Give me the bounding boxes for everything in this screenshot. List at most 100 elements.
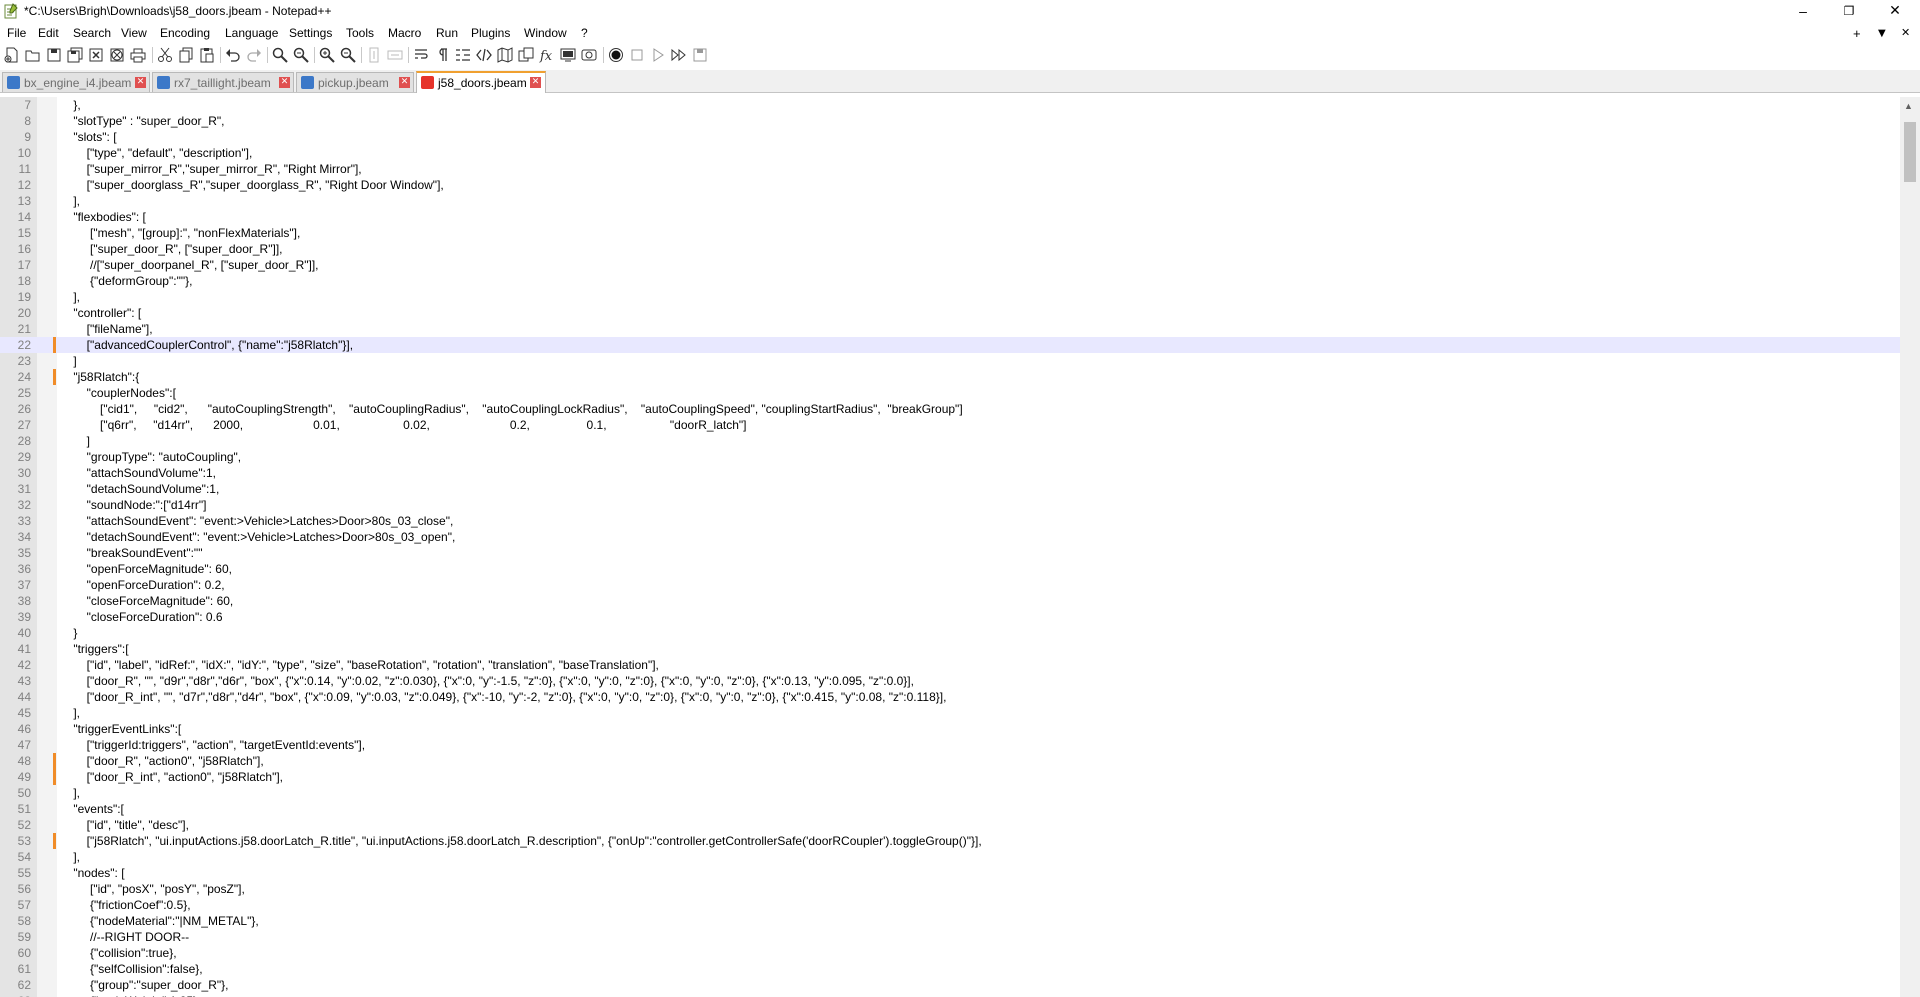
code-text[interactable]: "nodes": [ (60, 865, 124, 881)
code-text[interactable]: ], (60, 193, 80, 209)
code-line[interactable]: 63 {"nodeWeight":1.25}, (0, 993, 1900, 997)
code-text[interactable]: ], (60, 849, 80, 865)
code-line[interactable]: 46 "triggerEventLinks":[ (0, 721, 1900, 737)
code-text[interactable]: ["super_doorglass_R","super_doorglass_R"… (60, 177, 444, 193)
code-line[interactable]: 32 "soundNode:":["d14rr"] (0, 497, 1900, 513)
menu-view[interactable]: View (121, 26, 147, 40)
code-line[interactable]: 51 "events":[ (0, 801, 1900, 817)
code-text[interactable]: //["super_doorpanel_R", ["super_door_R"]… (60, 257, 319, 273)
code-text[interactable]: ["super_door_R", ["super_door_R"]], (60, 241, 282, 257)
code-text[interactable]: {"selfCollision":false}, (60, 961, 203, 977)
code-line[interactable]: 30 "attachSoundVolume":1, (0, 465, 1900, 481)
code-text[interactable]: "soundNode:":["d14rr"] (60, 497, 207, 513)
menu-language[interactable]: Language (225, 26, 278, 40)
code-text[interactable]: "closeForceDuration": 0.6 (60, 609, 223, 625)
save-icon[interactable] (46, 47, 62, 63)
code-line[interactable]: 8 "slotType" : "super_door_R", (0, 113, 1900, 129)
code-line[interactable]: 35 "breakSoundEvent":"" (0, 545, 1900, 561)
code-text[interactable]: "events":[ (60, 801, 124, 817)
code-text[interactable]: {"collision":true}, (60, 945, 177, 961)
code-text[interactable]: "flexbodies": [ (60, 209, 146, 225)
code-line[interactable]: 22 ["advancedCouplerControl", {"name":"j… (0, 337, 1900, 353)
code-line[interactable]: 49 ["door_R_int", "action0", "j58Rlatch"… (0, 769, 1900, 785)
code-line[interactable]: 50 ], (0, 785, 1900, 801)
code-text[interactable]: } (60, 625, 77, 641)
code-line[interactable]: 7 }, (0, 97, 1900, 113)
menu-edit[interactable]: Edit (38, 26, 59, 40)
close-document-button[interactable]: ✕ (1901, 26, 1910, 39)
play-macro-icon[interactable] (650, 47, 666, 63)
show-all-chars-icon[interactable] (434, 47, 450, 63)
code-text[interactable]: ["door_R", "action0", "j58Rlatch"], (60, 753, 264, 769)
copy-icon[interactable] (178, 47, 194, 63)
code-text[interactable]: "detachSoundEvent": "event:>Vehicle>Latc… (60, 529, 456, 545)
code-line[interactable]: 17 //["super_doorpanel_R", ["super_door_… (0, 257, 1900, 273)
code-line[interactable]: 23 ] (0, 353, 1900, 369)
code-text[interactable]: ["id", "label", "idRef:", "idX:", "idY:"… (60, 657, 659, 673)
function-icon[interactable]: fx (539, 47, 555, 63)
code-line[interactable]: 39 "closeForceDuration": 0.6 (0, 609, 1900, 625)
open-file-icon[interactable] (25, 47, 41, 63)
code-text[interactable]: ] (60, 353, 76, 369)
maximize-button[interactable]: ❐ (1826, 0, 1872, 22)
code-line[interactable]: 28 ] (0, 433, 1900, 449)
code-text[interactable]: ["q6rr", "d14rr", 2000, 0.01, 0.02, 0.2,… (60, 417, 746, 433)
code-text[interactable]: ["j58Rlatch", "ui.inputActions.j58.doorL… (60, 833, 982, 849)
menu-help[interactable]: ? (581, 26, 588, 40)
code-text[interactable]: "attachSoundVolume":1, (60, 465, 216, 481)
zoom-in-icon[interactable] (319, 47, 335, 63)
minimize-button[interactable]: – (1780, 0, 1826, 22)
function-list-icon[interactable] (518, 47, 534, 63)
save-macro-icon[interactable] (692, 47, 708, 63)
menu-file[interactable]: File (7, 26, 26, 40)
code-text[interactable]: "triggerEventLinks":[ (60, 721, 181, 737)
sync-vertical-icon[interactable] (366, 47, 382, 63)
code-line[interactable]: 34 "detachSoundEvent": "event:>Vehicle>L… (0, 529, 1900, 545)
code-line[interactable]: 38 "closeForceMagnitude": 60, (0, 593, 1900, 609)
code-line[interactable]: 42 ["id", "label", "idRef:", "idX:", "id… (0, 657, 1900, 673)
code-text[interactable]: ["id", "title", "desc"], (60, 817, 189, 833)
code-text[interactable]: {"deformGroup":""}, (60, 273, 192, 289)
code-line[interactable]: 25 "couplerNodes":[ (0, 385, 1900, 401)
tab-list-button[interactable]: ▼ (1878, 28, 1886, 39)
code-line[interactable]: 44 ["door_R_int", "", "d7r","d8r","d4r",… (0, 689, 1900, 705)
code-line[interactable]: 43 ["door_R", "", "d9r","d8r","d6r", "bo… (0, 673, 1900, 689)
code-line[interactable]: 47 ["triggerId:triggers", "action", "tar… (0, 737, 1900, 753)
code-line[interactable]: 21 ["fileName"], (0, 321, 1900, 337)
close-tab-icon[interactable]: ✕ (135, 77, 146, 88)
xml-tag-icon[interactable] (476, 47, 492, 63)
folder-workspace-icon[interactable] (560, 47, 576, 63)
print-icon[interactable] (130, 47, 146, 63)
redo-icon[interactable] (246, 47, 262, 63)
close-tab-icon[interactable]: ✕ (399, 77, 410, 88)
code-line[interactable]: 26 ["cid1", "cid2", "autoCouplingStrengt… (0, 401, 1900, 417)
code-text[interactable]: "j58Rlatch":{ (60, 369, 139, 385)
zoom-out-icon[interactable] (340, 47, 356, 63)
code-line[interactable]: 37 "openForceDuration": 0.2, (0, 577, 1900, 593)
code-text[interactable]: {"nodeWeight":1.25}, (60, 993, 200, 997)
tab-rx7-taillight[interactable]: rx7_taillight.jbeam ✕ (152, 72, 294, 92)
undo-icon[interactable] (225, 47, 241, 63)
code-text[interactable]: "slots": [ (60, 129, 116, 145)
indent-guide-icon[interactable] (455, 47, 471, 63)
cut-icon[interactable] (157, 47, 173, 63)
code-text[interactable]: "groupType": "autoCoupling", (60, 449, 241, 465)
close-tab-icon[interactable]: ✕ (530, 77, 541, 88)
code-text[interactable]: //--RIGHT DOOR-- (60, 929, 189, 945)
code-text[interactable]: "openForceDuration": 0.2, (60, 577, 225, 593)
tab-pickup[interactable]: pickup.jbeam ✕ (296, 72, 414, 92)
code-text[interactable]: ["cid1", "cid2", "autoCouplingStrength",… (60, 401, 963, 417)
code-text[interactable]: "breakSoundEvent":"" (60, 545, 203, 561)
code-line[interactable]: 55 "nodes": [ (0, 865, 1900, 881)
code-text[interactable]: ], (60, 785, 80, 801)
code-editor[interactable]: 7 }, 8 "slotType" : "super_door_R", 9 "slo… (0, 97, 1900, 997)
menu-encoding[interactable]: Encoding (160, 26, 210, 40)
close-window-button[interactable]: ✕ (1872, 0, 1918, 22)
code-text[interactable]: ["door_R_int", "", "d7r","d8r","d4r", "b… (60, 689, 947, 705)
monitoring-icon[interactable] (581, 47, 597, 63)
word-wrap-icon[interactable] (413, 47, 429, 63)
code-text[interactable]: "closeForceMagnitude": 60, (60, 593, 234, 609)
code-text[interactable]: ["triggerId:triggers", "action", "target… (60, 737, 365, 753)
code-line[interactable]: 12 ["super_doorglass_R","super_doorglass… (0, 177, 1900, 193)
code-text[interactable]: {"group":"super_door_R"}, (60, 977, 228, 993)
